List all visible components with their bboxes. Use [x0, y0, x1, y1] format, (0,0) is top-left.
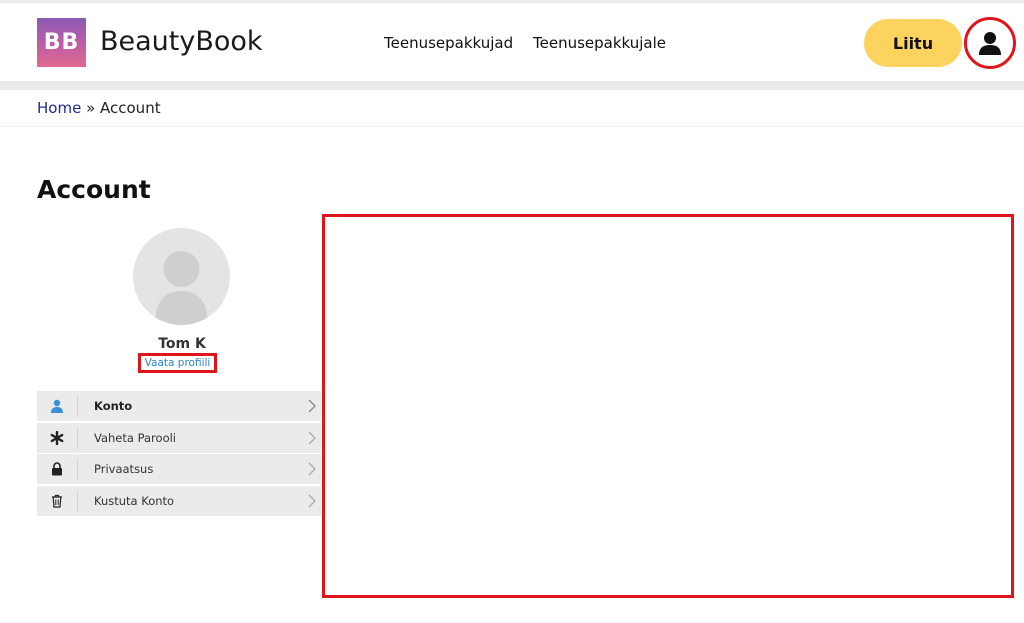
chevron-right-icon [303, 494, 321, 508]
menu-label: Kustuta Konto [94, 493, 175, 508]
chevron-right-icon [303, 399, 321, 413]
menu-item-privaatsus[interactable]: Privaatsus [37, 454, 321, 484]
chevron-right-icon [303, 462, 321, 476]
menu-item-vaheta-parooli[interactable]: Vaheta Parooli [37, 422, 321, 453]
user-account-button[interactable] [964, 17, 1016, 69]
menu-separator [77, 458, 78, 480]
asterisk-icon [37, 423, 77, 453]
breadcrumb: Home » Account [37, 99, 161, 117]
breadcrumb-home-link[interactable]: Home [37, 99, 81, 117]
view-profile-link[interactable]: Vaata profiili [138, 353, 217, 373]
breadcrumb-current: Account [100, 99, 161, 117]
menu-label: Privaatsus [94, 462, 154, 476]
menu-separator [77, 426, 78, 449]
brand-name[interactable]: BeautyBook [100, 26, 263, 57]
join-button[interactable]: Liitu [864, 19, 962, 67]
page-title: Account [37, 175, 151, 204]
chevron-right-icon [303, 431, 321, 445]
avatar [133, 228, 230, 325]
menu-label: Vaheta Parooli [94, 430, 176, 445]
menu-item-konto[interactable]: Konto [37, 391, 321, 421]
menu-separator [77, 489, 78, 512]
menu-label: Konto [94, 399, 133, 413]
breadcrumb-divider [0, 126, 1024, 127]
header-bottom-bar [0, 81, 1024, 90]
account-content-panel [322, 214, 1014, 598]
profile-name: Tom K [158, 336, 206, 352]
nav-item-teenusepakkujad[interactable]: Teenusepakkujad [384, 34, 513, 52]
logo[interactable]: BB [37, 18, 86, 67]
menu-separator [77, 395, 78, 417]
nav-item-teenusepakkujale[interactable]: Teenusepakkujale [533, 34, 666, 52]
user-icon [979, 32, 1001, 55]
site-header: BB BeautyBook Teenusepakkujad Teenusepak… [0, 3, 1024, 81]
user-icon [37, 391, 77, 421]
lock-icon [37, 454, 77, 484]
breadcrumb-separator: » [81, 99, 101, 117]
menu-item-kustuta-konto[interactable]: Kustuta Konto [37, 485, 321, 516]
avatar-placeholder-icon [155, 251, 208, 325]
account-menu: Konto Vaheta Parooli Privaatsus Kustuta … [37, 391, 321, 517]
trash-icon [37, 486, 77, 516]
